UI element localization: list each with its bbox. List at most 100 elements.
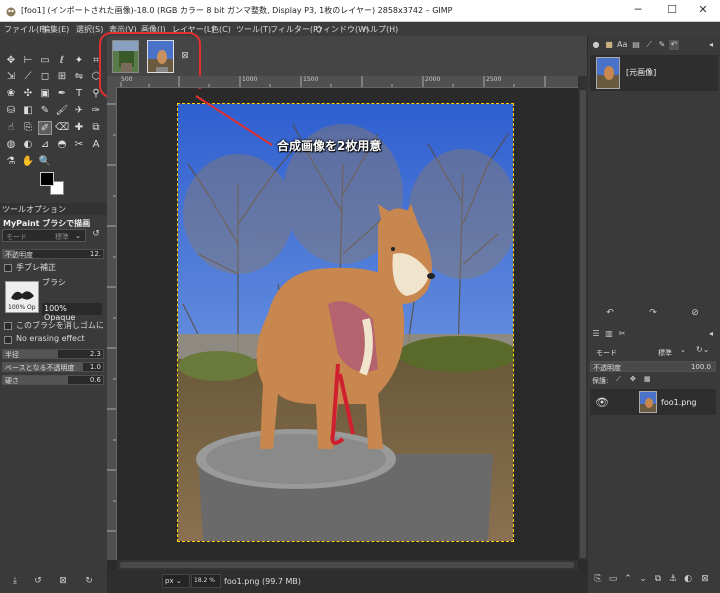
hardness-slider[interactable]: 硬さ 0.6 (2, 375, 104, 385)
image-canvas[interactable] (177, 103, 514, 542)
radius-slider[interactable]: 半径 2.3 (2, 349, 104, 359)
reset-icon[interactable]: ↺ (89, 229, 103, 242)
mask-layer-icon[interactable]: ◐ (681, 574, 695, 588)
layer-opacity-slider[interactable]: 不透明度 100.0 (590, 361, 716, 372)
reset-options-icon[interactable]: ↻ (82, 576, 96, 590)
paths-tab-icon[interactable]: ✂ (617, 329, 627, 339)
history-item[interactable]: [元画像] (590, 55, 718, 91)
hand-icon[interactable]: ✋ (21, 155, 35, 169)
ink-icon[interactable]: ✑ (89, 104, 103, 118)
unified-transform-icon[interactable]: ▣ (38, 87, 52, 101)
zoom-select[interactable]: 18.2 % (191, 574, 221, 588)
restore-options-icon[interactable]: ↺ (31, 576, 45, 590)
channels-tab-icon[interactable]: ▥ (604, 329, 614, 339)
gradient-icon[interactable]: ◧ (21, 104, 35, 118)
vertical-ruler[interactable] (107, 88, 117, 560)
shear-tool-icon[interactable]: ⟋ (21, 70, 35, 84)
layer-item[interactable]: 👁 foo1.png (590, 389, 716, 415)
lock-position-icon[interactable]: ✥ (630, 375, 636, 383)
airbrush-icon[interactable]: ✈ (72, 104, 86, 118)
new-group-icon[interactable]: ▭ (606, 574, 620, 588)
eraser-icon[interactable]: ⌫ (55, 121, 69, 135)
paintbrush-icon[interactable]: 🖌 (55, 104, 69, 118)
patterns-tab-icon[interactable]: ■ (604, 40, 614, 50)
layer-mode-reset-icon[interactable]: ↻⌄ (696, 345, 709, 354)
dodge-icon[interactable]: ◐ (21, 138, 35, 152)
blur-icon[interactable]: ◍ (4, 138, 18, 152)
lock-pixels-icon[interactable]: ⟋ (616, 375, 621, 384)
smudge-icon[interactable]: ☝ (4, 121, 18, 135)
mode-select[interactable]: モード 標準 ⌄ (2, 229, 86, 242)
flip-tool-icon[interactable]: ⇋ (72, 70, 86, 84)
fonts-tab-icon[interactable]: Aa (617, 40, 627, 50)
eyedropper-icon[interactable]: ⚗ (4, 155, 18, 169)
horizontal-scrollbar[interactable] (117, 560, 578, 570)
menu-file[interactable]: ファイル(F) (4, 24, 47, 35)
handle-transform-icon[interactable]: ✣ (21, 87, 35, 101)
layer-mode-select[interactable]: モード 標準 ⌄ (590, 345, 690, 358)
anchor-layer-icon[interactable]: ⚓ (666, 574, 680, 588)
transform-tool-icon[interactable]: ⊞ (55, 70, 69, 84)
measure-icon[interactable]: ⊿ (38, 138, 52, 152)
dock-menu-icon[interactable]: ◂ (706, 40, 716, 50)
undo-history-tab-icon[interactable]: ↶ (669, 40, 679, 50)
brushes-tab-icon[interactable]: ● (591, 40, 601, 50)
opacity-slider[interactable]: 不透明度 12. (2, 249, 104, 259)
layers-tab-icon[interactable]: ☰ (591, 329, 601, 339)
clone-icon[interactable]: ⎘ (21, 121, 35, 135)
redo-icon[interactable]: ↷ (646, 308, 660, 322)
undo-icon[interactable]: ↶ (603, 308, 617, 322)
save-options-icon[interactable]: ⤓ (8, 576, 22, 590)
text-tool-icon[interactable]: T (72, 87, 86, 101)
maximize-button[interactable]: ☐ (655, 0, 689, 21)
delete-layer-icon[interactable]: ⊠ (698, 574, 712, 588)
raise-layer-icon[interactable]: ⌃ (621, 574, 635, 588)
text-alt-icon[interactable]: A (89, 138, 103, 152)
eye-icon[interactable]: 👁 (595, 396, 609, 409)
move-tool-icon[interactable]: ✥ (4, 54, 18, 68)
rect-select-icon[interactable]: ▭ (38, 54, 52, 68)
pencil-icon[interactable]: ✎ (38, 104, 52, 118)
document-history-tab-icon[interactable]: ▤ (631, 40, 641, 50)
delete-options-icon[interactable]: ⊠ (56, 576, 70, 590)
duplicate-layer-icon[interactable]: ⧉ (651, 574, 665, 588)
paths-tool-icon[interactable]: ✒ (55, 87, 69, 101)
vertical-scrollbar[interactable] (578, 76, 588, 560)
warp-tool-icon[interactable]: ❀ (4, 87, 18, 101)
ruler-corner[interactable] (107, 76, 117, 88)
foreground-select-icon[interactable]: ◓ (55, 138, 69, 152)
foreground-color-swatch[interactable] (40, 172, 54, 186)
lasso-icon[interactable]: ℓ (55, 54, 69, 68)
eraser-checkbox[interactable] (4, 322, 12, 330)
menu-help[interactable]: ヘルプ(H) (362, 24, 398, 35)
no-erasing-checkbox[interactable] (4, 336, 12, 344)
brush-preview[interactable]: 100% Op (5, 281, 39, 313)
menu-tools[interactable]: ツール(T) (236, 24, 271, 35)
fuzzy-select-icon[interactable]: ✦ (72, 54, 86, 68)
layers-menu-icon[interactable]: ◂ (706, 329, 716, 339)
hand-shake-checkbox[interactable] (4, 264, 12, 272)
heal-icon[interactable]: ✚ (72, 121, 86, 135)
clear-history-icon[interactable]: ⊘ (688, 308, 702, 322)
perspective-clone-icon[interactable]: ⧉ (89, 121, 103, 135)
lower-layer-icon[interactable]: ⌄ (636, 574, 650, 588)
scale-tool-icon[interactable]: ⇲ (4, 70, 18, 84)
align-tool-icon[interactable]: ⊢ (21, 54, 35, 68)
lock-alpha-icon[interactable]: ▦ (644, 375, 651, 383)
tool-options-tab[interactable]: ツールオプション (2, 204, 66, 215)
menu-edit[interactable]: 編集(E) (42, 24, 69, 35)
mypaint-brush-icon[interactable]: ✐ (38, 121, 52, 135)
horizontal-ruler[interactable]: 500 1000 1500 2000 2500 (117, 76, 578, 88)
scissors-icon[interactable]: ✂ (72, 138, 86, 152)
unit-select[interactable]: px ⌄ (162, 574, 190, 588)
mypaint-brushes-tab-icon[interactable]: ✎ (657, 40, 667, 50)
minimize-button[interactable]: ─ (621, 0, 655, 21)
perspective-tool-icon[interactable]: ◻ (38, 70, 52, 84)
close-button[interactable]: ✕ (686, 0, 720, 21)
zoom-icon[interactable]: 🔍 (38, 155, 52, 169)
paint-dynamics-tab-icon[interactable]: ⟋ (644, 40, 654, 50)
bucket-fill-icon[interactable]: ⛁ (4, 104, 18, 118)
base-opacity-slider[interactable]: ベースとなる不透明度 1.0 (2, 362, 104, 372)
menu-filters[interactable]: フィルター(R) (270, 24, 322, 35)
menu-colors[interactable]: 色(C) (211, 24, 231, 35)
